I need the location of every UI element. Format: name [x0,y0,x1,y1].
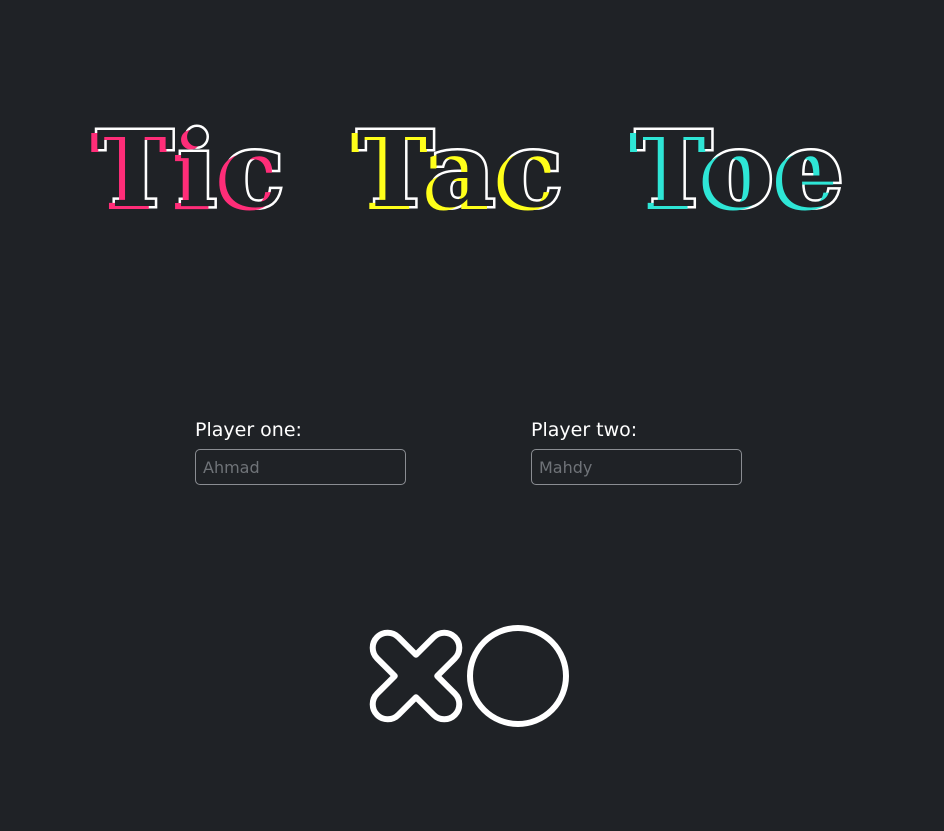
player-two-label: Player two: [531,419,638,441]
xo-logo-icon [369,625,569,727]
game-title: Tic Tac Toe [0,108,944,231]
player-one-group: Player one: [195,418,407,485]
x-mark-icon [369,629,463,723]
o-mark-icon [467,625,569,727]
player-one-label: Player one: [195,419,302,441]
player-two-group: Player two: [531,418,743,485]
title-word-tac: Tac [354,108,567,231]
title-word-toe: Toe [632,108,848,231]
player-one-input[interactable] [195,449,406,485]
title-word-tic: Tic [94,108,289,231]
start-game-button[interactable] [360,618,576,734]
player-two-input[interactable] [531,449,742,485]
